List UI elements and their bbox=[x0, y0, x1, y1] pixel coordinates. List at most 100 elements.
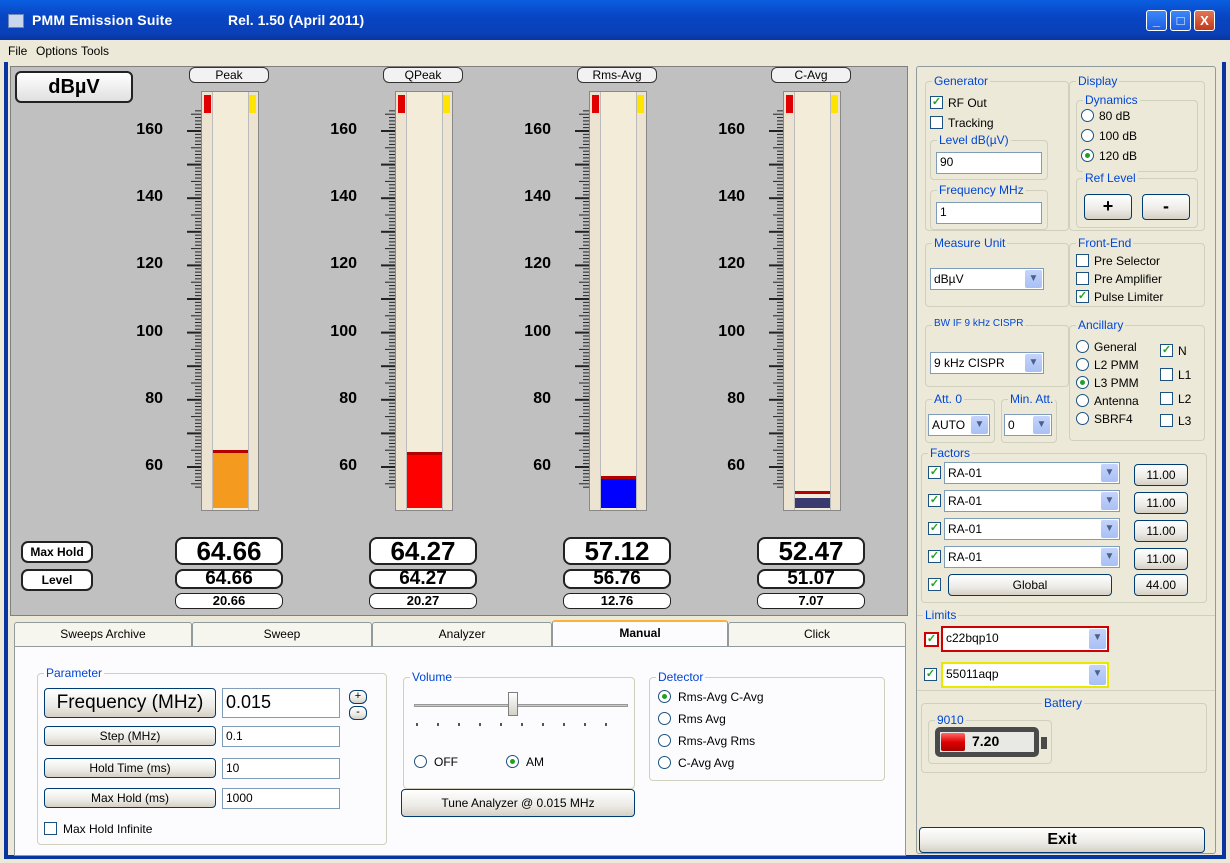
chevron-down-icon[interactable]: ▼ bbox=[1101, 520, 1118, 538]
factor-1-number[interactable]: 11.00 bbox=[1134, 464, 1188, 486]
detector-4-button[interactable]: C-Avg bbox=[771, 67, 851, 83]
pre-amplifier-checkbox[interactable] bbox=[1076, 272, 1089, 285]
ancillary-l1-checkbox[interactable] bbox=[1160, 368, 1173, 381]
limit-1-checkbox[interactable]: ✓ bbox=[924, 632, 939, 647]
limit-2-select[interactable]: 55011aqp ▼ bbox=[941, 662, 1109, 688]
frequency-button[interactable]: Frequency (MHz) bbox=[44, 688, 216, 718]
ancillary-sbrf4-radio[interactable] bbox=[1076, 412, 1089, 425]
chevron-down-icon[interactable]: ▼ bbox=[1033, 416, 1050, 434]
menu-file[interactable]: File bbox=[8, 44, 27, 58]
factor-1-checkbox[interactable]: ✓ bbox=[928, 466, 941, 479]
level-label[interactable]: Level bbox=[21, 569, 93, 591]
limit-1-select[interactable]: c22bqp10 ▼ bbox=[941, 626, 1109, 652]
tab-sweep[interactable]: Sweep bbox=[192, 622, 372, 646]
tab-analyzer[interactable]: Analyzer bbox=[372, 622, 552, 646]
tab-manual[interactable]: Manual bbox=[552, 620, 728, 648]
max-hold-label[interactable]: Max Hold bbox=[21, 541, 93, 563]
ancillary-general-radio[interactable] bbox=[1076, 340, 1089, 353]
frequency-minus-button[interactable]: - bbox=[349, 706, 367, 720]
volume-slider-track[interactable] bbox=[414, 704, 628, 707]
hold-time-input[interactable]: 10 bbox=[222, 758, 340, 779]
step-button[interactable]: Step (MHz) bbox=[44, 726, 216, 746]
scale-ticks bbox=[765, 109, 783, 505]
exit-button[interactable]: Exit bbox=[919, 827, 1205, 853]
ancillary-antenna-radio[interactable] bbox=[1076, 394, 1089, 407]
ancillary-l2pmm-radio[interactable] bbox=[1076, 358, 1089, 371]
chevron-down-icon[interactable]: ▼ bbox=[971, 416, 988, 434]
chevron-down-icon[interactable]: ▼ bbox=[1089, 665, 1106, 685]
chevron-down-icon[interactable]: ▼ bbox=[1101, 548, 1118, 566]
factor-4-number[interactable]: 11.00 bbox=[1134, 548, 1188, 570]
detector-3-button[interactable]: Rms-Avg bbox=[577, 67, 657, 83]
volume-slider-thumb[interactable] bbox=[508, 692, 518, 716]
att-select[interactable]: AUTO ▼ bbox=[928, 414, 990, 436]
factor-2-select[interactable]: RA-01 ▼ bbox=[944, 490, 1120, 512]
dynamics-100-radio[interactable] bbox=[1081, 129, 1094, 142]
minimize-icon[interactable]: _ bbox=[1146, 10, 1167, 31]
hold-time-button[interactable]: Hold Time (ms) bbox=[44, 758, 216, 778]
factor-4-checkbox[interactable]: ✓ bbox=[928, 550, 941, 563]
detector-radio-4[interactable] bbox=[658, 756, 671, 769]
generator-frequency-input[interactable]: 1 bbox=[936, 202, 1042, 224]
chevron-down-icon[interactable]: ▼ bbox=[1025, 270, 1042, 288]
menu-tools[interactable]: Tools bbox=[81, 44, 109, 58]
dynamics-120-radio[interactable] bbox=[1081, 149, 1094, 162]
detector-radio-1[interactable] bbox=[658, 690, 671, 703]
close-icon[interactable]: X bbox=[1194, 10, 1215, 31]
frequency-plus-button[interactable]: + bbox=[349, 690, 367, 704]
chevron-down-icon[interactable]: ▼ bbox=[1101, 464, 1118, 482]
ref-level-minus-button[interactable]: - bbox=[1142, 194, 1190, 220]
max-hold-button[interactable]: Max Hold (ms) bbox=[44, 788, 216, 808]
measure-unit-select[interactable]: dBµV ▼ bbox=[930, 268, 1044, 290]
factor-3-number[interactable]: 11.00 bbox=[1134, 520, 1188, 542]
tune-analyzer-button[interactable]: Tune Analyzer @ 0.015 MHz bbox=[401, 789, 635, 817]
generator-level-input[interactable]: 90 bbox=[936, 152, 1042, 174]
max-hold-input[interactable]: 1000 bbox=[222, 788, 340, 809]
volume-am-radio[interactable] bbox=[506, 755, 519, 768]
dynamics-80-radio[interactable] bbox=[1081, 109, 1094, 122]
pulse-limiter-checkbox[interactable]: ✓ bbox=[1076, 290, 1089, 303]
detector-1-button[interactable]: Peak bbox=[189, 67, 269, 83]
volume-off-radio[interactable] bbox=[414, 755, 427, 768]
ancillary-l2-checkbox[interactable] bbox=[1160, 392, 1173, 405]
detector-radio-2[interactable] bbox=[658, 712, 671, 725]
ancillary-l3-checkbox[interactable] bbox=[1160, 414, 1173, 427]
measure-unit-group: Measure Unit dBµV ▼ bbox=[925, 236, 1069, 307]
factor-3-select[interactable]: RA-01 ▼ bbox=[944, 518, 1120, 540]
factor-1-select[interactable]: RA-01 ▼ bbox=[944, 462, 1120, 484]
pre-selector-checkbox[interactable] bbox=[1076, 254, 1089, 267]
detector-radio-3[interactable] bbox=[658, 734, 671, 747]
maximize-icon[interactable]: □ bbox=[1170, 10, 1191, 31]
front-end-title: Front-End bbox=[1076, 236, 1134, 250]
rf-out-checkbox[interactable]: ✓ bbox=[930, 96, 943, 109]
chevron-down-icon[interactable]: ▼ bbox=[1025, 354, 1042, 372]
battery-value: 7.20 bbox=[972, 733, 1000, 749]
tab-click[interactable]: Click bbox=[728, 622, 906, 646]
ancillary-l3pmm-radio[interactable] bbox=[1076, 376, 1089, 389]
dynamics-120-label: 120 dB bbox=[1099, 149, 1138, 163]
menu-options[interactable]: Options bbox=[36, 44, 77, 58]
tracking-checkbox[interactable] bbox=[930, 116, 943, 129]
global-button[interactable]: Global bbox=[948, 574, 1112, 596]
detector-2-button[interactable]: QPeak bbox=[383, 67, 463, 83]
factor-2-checkbox[interactable]: ✓ bbox=[928, 494, 941, 507]
min-att-select[interactable]: 0 ▼ bbox=[1004, 414, 1052, 436]
max-hold-value: 64.27 bbox=[369, 537, 477, 565]
global-checkbox[interactable]: ✓ bbox=[928, 578, 941, 591]
step-input[interactable]: 0.1 bbox=[222, 726, 340, 747]
ref-level-plus-button[interactable]: + bbox=[1084, 194, 1132, 220]
bw-select[interactable]: 9 kHz CISPR ▼ bbox=[930, 352, 1044, 374]
factor-3-checkbox[interactable]: ✓ bbox=[928, 522, 941, 535]
max-hold-infinite-checkbox[interactable] bbox=[44, 822, 57, 835]
tab-sweeps-archive[interactable]: Sweeps Archive bbox=[14, 622, 192, 646]
factor-2-number[interactable]: 11.00 bbox=[1134, 492, 1188, 514]
factors-group: Factors ✓ RA-01 ▼ 11.00 ✓ RA-01 ▼ 11.00 … bbox=[921, 446, 1207, 603]
factor-4-select[interactable]: RA-01 ▼ bbox=[944, 546, 1120, 568]
chevron-down-icon[interactable]: ▼ bbox=[1101, 492, 1118, 510]
unit-button[interactable]: dBµV bbox=[15, 71, 133, 103]
chevron-down-icon[interactable]: ▼ bbox=[1089, 629, 1106, 649]
limit-2-checkbox[interactable]: ✓ bbox=[924, 668, 937, 681]
global-number[interactable]: 44.00 bbox=[1134, 574, 1188, 596]
frequency-input[interactable]: 0.015 bbox=[222, 688, 340, 718]
ancillary-n-checkbox[interactable]: ✓ bbox=[1160, 344, 1173, 357]
